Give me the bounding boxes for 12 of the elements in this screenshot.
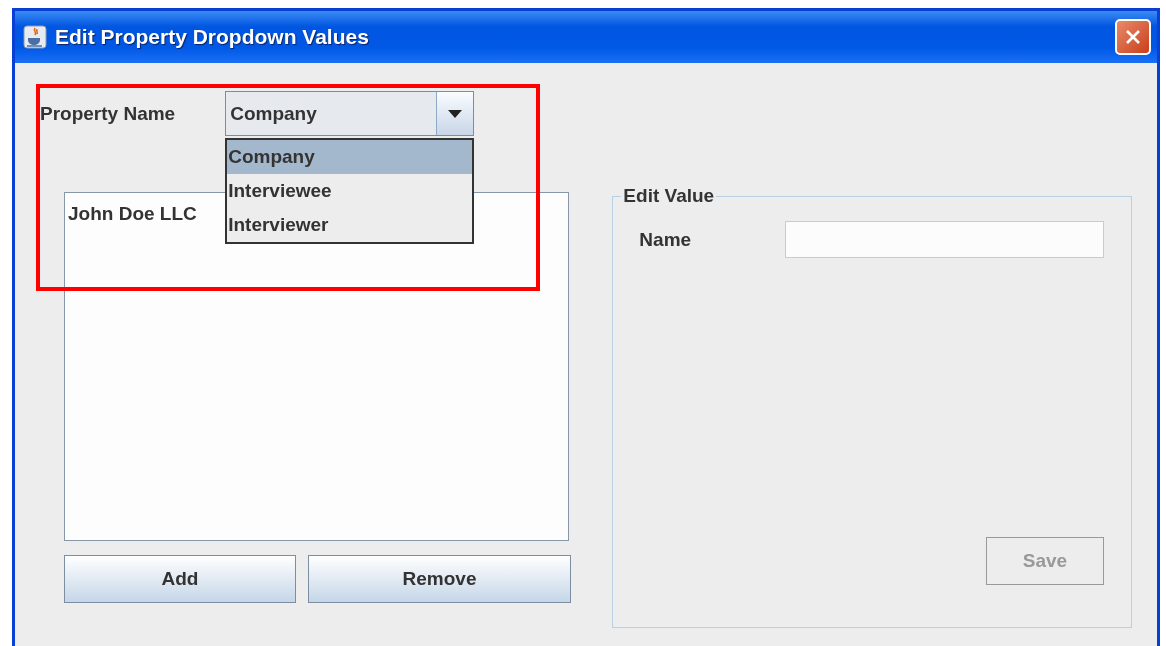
property-dropdown[interactable]: Company	[225, 91, 475, 136]
property-name-label: Property Name	[40, 102, 176, 125]
name-label: Name	[639, 228, 692, 251]
dropdown-option[interactable]: Company	[227, 140, 473, 174]
cup-icon	[23, 25, 47, 49]
close-button[interactable]	[1115, 19, 1151, 55]
list-button[interactable]: Add	[64, 555, 296, 603]
name-field[interactable]	[785, 221, 1104, 258]
caret-icon	[448, 109, 463, 118]
dropdown-option[interactable]: Interviewer	[227, 208, 473, 242]
window-title: Edit Property Dropdown Values	[55, 25, 370, 49]
list-button[interactable]: Remove	[308, 555, 571, 603]
